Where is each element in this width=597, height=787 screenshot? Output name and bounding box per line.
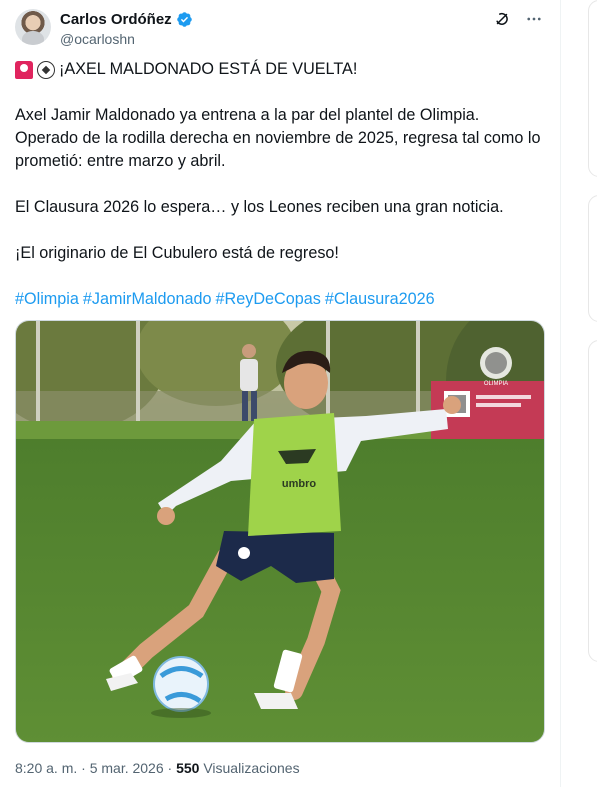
tweet-meta: 8:20 a. m. · 5 mar. 2026 · 550 Visualiza… [15, 760, 300, 776]
column-divider [560, 0, 561, 787]
hashtags: #Olimpia #JamirMaldonado #ReyDeCopas #Claus… [15, 288, 550, 311]
right-rail-card [588, 340, 597, 662]
author-name-row: Carlos Ordóñez [60, 11, 193, 28]
tweet-headline: ¡AXEL MALDONADO ESTÁ DE VUELTA! [59, 60, 358, 78]
hashtag-link[interactable]: #Olimpia [15, 290, 79, 308]
banner-logo-text: OLIMPIA [484, 381, 508, 387]
right-rail-card [588, 195, 597, 322]
tweet-actions-top [493, 10, 543, 28]
grok-icon[interactable] [493, 10, 511, 28]
tweet-timestamp[interactable]: 8:20 a. m. · 5 mar. 2026 · [15, 760, 176, 776]
photo-scene: OLIMPIA umbro [16, 321, 544, 742]
tweet-line: Axel Jamir Maldonado ya entrena a la par… [15, 106, 480, 124]
tweet-line: ¡El originario de El Cubulero está de re… [15, 244, 339, 262]
author-name[interactable]: Carlos Ordóñez [60, 11, 172, 28]
soccer-ball-emoji-icon [37, 60, 55, 79]
tweet-line: El Clausura 2026 lo espera… y los Leones… [15, 198, 504, 216]
tweet-line: prometió: entre marzo y abril. [15, 152, 226, 170]
tweet-photo[interactable]: OLIMPIA umbro [15, 320, 545, 743]
author-handle[interactable]: @ocarloshn [60, 31, 135, 47]
avatar[interactable] [15, 9, 51, 45]
bib-brand-text: umbro [282, 478, 317, 490]
hashtag-link[interactable]: #Clausura2026 [325, 290, 435, 308]
tweet-headline-line: ¡AXEL MALDONADO ESTÁ DE VUELTA! [15, 58, 550, 81]
siren-emoji-icon [15, 60, 33, 79]
tweet-line: Operado de la rodilla derecha en noviemb… [15, 129, 541, 147]
hashtag-link[interactable]: #JamirMaldonado [83, 290, 212, 308]
right-rail-card [588, 0, 597, 177]
tweet: Carlos Ordóñez @ocarloshn ¡AXEL MALDONAD… [0, 0, 560, 787]
hashtag-link[interactable]: #ReyDeCopas [216, 290, 321, 308]
tweet-text: ¡AXEL MALDONADO ESTÁ DE VUELTA! Axel Jam… [15, 58, 550, 311]
verified-badge-icon [176, 12, 192, 27]
more-icon[interactable] [525, 10, 543, 28]
views-count: 550 [176, 760, 200, 776]
views-label: Visualizaciones [199, 760, 300, 776]
